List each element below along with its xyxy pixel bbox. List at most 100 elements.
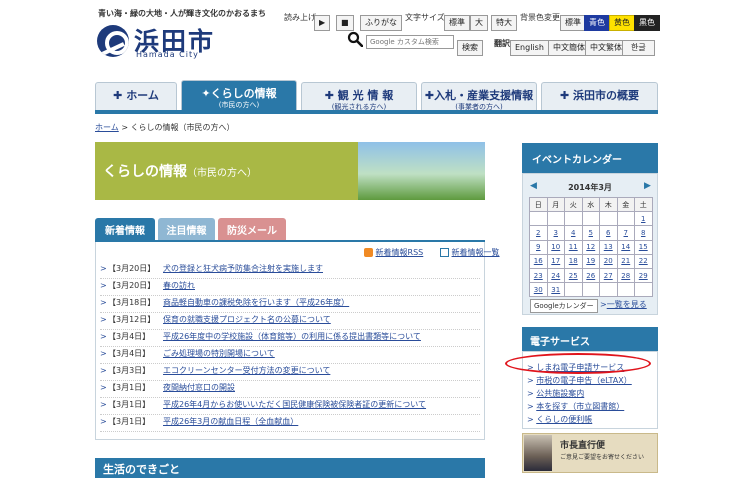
e-service-item[interactable]: > 本を探す（市立図書館）: [527, 401, 624, 412]
news-list-link[interactable]: 新着情報一覧: [440, 247, 500, 258]
calendar-day[interactable]: 7: [616, 225, 635, 241]
calendar-day[interactable]: 8: [634, 225, 653, 241]
rss-link-text[interactable]: 新着情報RSS: [376, 248, 424, 257]
e-service-link[interactable]: 市税の電子申告（eLTAX）: [536, 376, 632, 385]
calendar-day[interactable]: 10: [546, 239, 565, 255]
lang-korean-button[interactable]: 한글: [622, 35, 655, 56]
calendar-day[interactable]: 6: [599, 225, 618, 241]
calendar-day-link[interactable]: 9: [536, 243, 540, 251]
lang-zh-simplified-button[interactable]: 中文簡体: [548, 35, 590, 56]
news-link[interactable]: 商品軽自動車の課税免除を行います（平成26年度）: [163, 298, 349, 307]
search-button[interactable]: 検索: [457, 35, 483, 56]
calendar-day[interactable]: 23: [529, 267, 548, 284]
calendar-day[interactable]: 28: [616, 267, 635, 284]
calendar-day-link[interactable]: 10: [551, 243, 560, 251]
news-item[interactable]: >【3月1日】 平成26年3月の献血日程（全血献血）: [100, 416, 480, 432]
search-input[interactable]: [366, 35, 454, 49]
e-service-link[interactable]: くらしの便利帳: [536, 415, 592, 424]
font-size-large-button[interactable]: 大: [470, 10, 488, 31]
news-link[interactable]: 平成26年4月からお使いいただく国民健康保険被保険者証の更新について: [163, 400, 426, 409]
calendar-day-link[interactable]: 3: [554, 229, 558, 237]
calendar-day-link[interactable]: 5: [589, 229, 593, 237]
e-service-link[interactable]: 本を探す（市立図書館）: [536, 402, 624, 411]
calendar-day[interactable]: 15: [634, 239, 653, 255]
calendar-day-link[interactable]: 14: [621, 243, 630, 251]
calendar-day-link[interactable]: 12: [586, 243, 595, 251]
font-size-xlarge-button[interactable]: 特大: [491, 10, 517, 31]
calendar-day-link[interactable]: 19: [586, 257, 595, 265]
calendar-day[interactable]: 14: [616, 239, 635, 255]
news-link[interactable]: ごみ処理場の特別開場について: [163, 349, 275, 358]
google-calendar-button[interactable]: Googleカレンダー: [530, 299, 598, 313]
calendar-day[interactable]: 31: [546, 282, 565, 298]
calendar-day[interactable]: 2: [529, 225, 548, 241]
calendar-day-link[interactable]: 1: [641, 215, 645, 223]
furigana-button[interactable]: ふりがな: [360, 10, 402, 31]
bg-yellow-button[interactable]: 黄色: [609, 10, 635, 31]
lang-zh-traditional-button[interactable]: 中文繁体: [585, 35, 627, 56]
calendar-day-link[interactable]: 27: [604, 272, 613, 280]
calendar-day[interactable]: 18: [564, 253, 583, 269]
stop-button[interactable]: ■: [336, 10, 354, 31]
news-item[interactable]: >【3月4日】 ごみ処理場の特別開場について: [100, 348, 480, 364]
news-item[interactable]: >【3月1日】 夜間納付窓口の開設: [100, 382, 480, 398]
bg-black-button[interactable]: 黒色: [634, 10, 660, 31]
news-item[interactable]: >【3月1日】 平成26年4月からお使いいただく国民健康保険被保険者証の更新につい…: [100, 399, 480, 415]
calendar-day-link[interactable]: 23: [534, 272, 543, 280]
nav-home[interactable]: ✚ ホーム: [95, 82, 177, 110]
calendar-day-link[interactable]: 4: [571, 229, 575, 237]
news-link[interactable]: 平成26年度中の学校施設（体育館等）の利用に係る提出書類等について: [163, 332, 421, 341]
calendar-day[interactable]: 1: [634, 211, 653, 227]
news-item[interactable]: >【3月20日】 犬の登録と狂犬病予防集合注射を実施します: [100, 263, 480, 279]
calendar-day[interactable]: 9: [529, 239, 548, 255]
calendar-day-link[interactable]: 8: [641, 229, 645, 237]
calendar-day-link[interactable]: 2: [536, 229, 540, 237]
bg-blue-button[interactable]: 青色: [584, 10, 610, 31]
calendar-prev-button[interactable]: ◀: [530, 181, 537, 191]
calendar-day[interactable]: 17: [546, 253, 565, 269]
nav-overview[interactable]: ✚ 浜田市の概要: [541, 82, 658, 110]
calendar-day[interactable]: 30: [529, 282, 548, 298]
calendar-day-link[interactable]: 13: [604, 243, 613, 251]
nav-living-info[interactable]: ✦くらしの情報 (市民の方へ): [181, 80, 297, 110]
news-item[interactable]: >【3月20日】 春の訪れ: [100, 280, 480, 296]
calendar-next-button[interactable]: ▶: [644, 181, 651, 191]
news-item[interactable]: >【3月3日】 エコクリーンセンター受付方法の変更について: [100, 365, 480, 381]
calendar-list-link-text[interactable]: 一覧を見る: [607, 300, 647, 309]
e-service-link[interactable]: 公共施設案内: [536, 389, 584, 398]
calendar-day-link[interactable]: 6: [606, 229, 610, 237]
news-link[interactable]: 夜間納付窓口の開設: [163, 383, 235, 392]
calendar-day[interactable]: 3: [546, 225, 565, 241]
news-list-link-text[interactable]: 新着情報一覧: [452, 248, 500, 257]
lang-english-button[interactable]: English: [510, 35, 549, 56]
calendar-day[interactable]: 26: [581, 267, 600, 284]
calendar-day[interactable]: 4: [564, 225, 583, 241]
nav-business[interactable]: ✚入札・産業支援情報 (事業者の方へ): [421, 82, 537, 111]
calendar-day-link[interactable]: 7: [624, 229, 628, 237]
play-button[interactable]: ▶: [314, 10, 331, 31]
breadcrumb-home-link[interactable]: ホーム: [95, 123, 119, 132]
news-item[interactable]: >【3月18日】 商品軽自動車の課税免除を行います（平成26年度）: [100, 297, 480, 313]
news-link[interactable]: 保育の就職支援プロジェクト名の公募について: [163, 315, 331, 324]
bg-standard-button[interactable]: 標準: [560, 10, 586, 31]
e-service-item[interactable]: > 公共施設案内: [527, 388, 584, 399]
calendar-day[interactable]: 22: [634, 253, 653, 269]
news-link[interactable]: 春の訪れ: [163, 281, 195, 290]
calendar-day[interactable]: 25: [564, 267, 583, 284]
calendar-day-link[interactable]: 21: [621, 257, 630, 265]
tab-featured-info[interactable]: 注目情報: [158, 218, 215, 240]
nav-tourism[interactable]: ✚ 観 光 情 報 (観光される方へ): [301, 82, 417, 111]
calendar-day[interactable]: 21: [616, 253, 635, 269]
calendar-day[interactable]: 27: [599, 267, 618, 284]
calendar-list-link[interactable]: >一覧を見る: [600, 299, 647, 310]
news-item[interactable]: >【3月4日】 平成26年度中の学校施設（体育館等）の利用に係る提出書類等について: [100, 331, 480, 347]
calendar-day-link[interactable]: 17: [551, 257, 560, 265]
e-service-item[interactable]: > 市税の電子申告（eLTAX）: [527, 375, 632, 386]
calendar-day[interactable]: 5: [581, 225, 600, 241]
calendar-day-link[interactable]: 28: [621, 272, 630, 280]
calendar-day-link[interactable]: 15: [639, 243, 648, 251]
news-link[interactable]: 平成26年3月の献血日程（全血献血）: [163, 417, 298, 426]
calendar-day-link[interactable]: 22: [639, 257, 648, 265]
news-item[interactable]: >【3月12日】 保育の就職支援プロジェクト名の公募について: [100, 314, 480, 330]
calendar-day[interactable]: 13: [599, 239, 618, 255]
